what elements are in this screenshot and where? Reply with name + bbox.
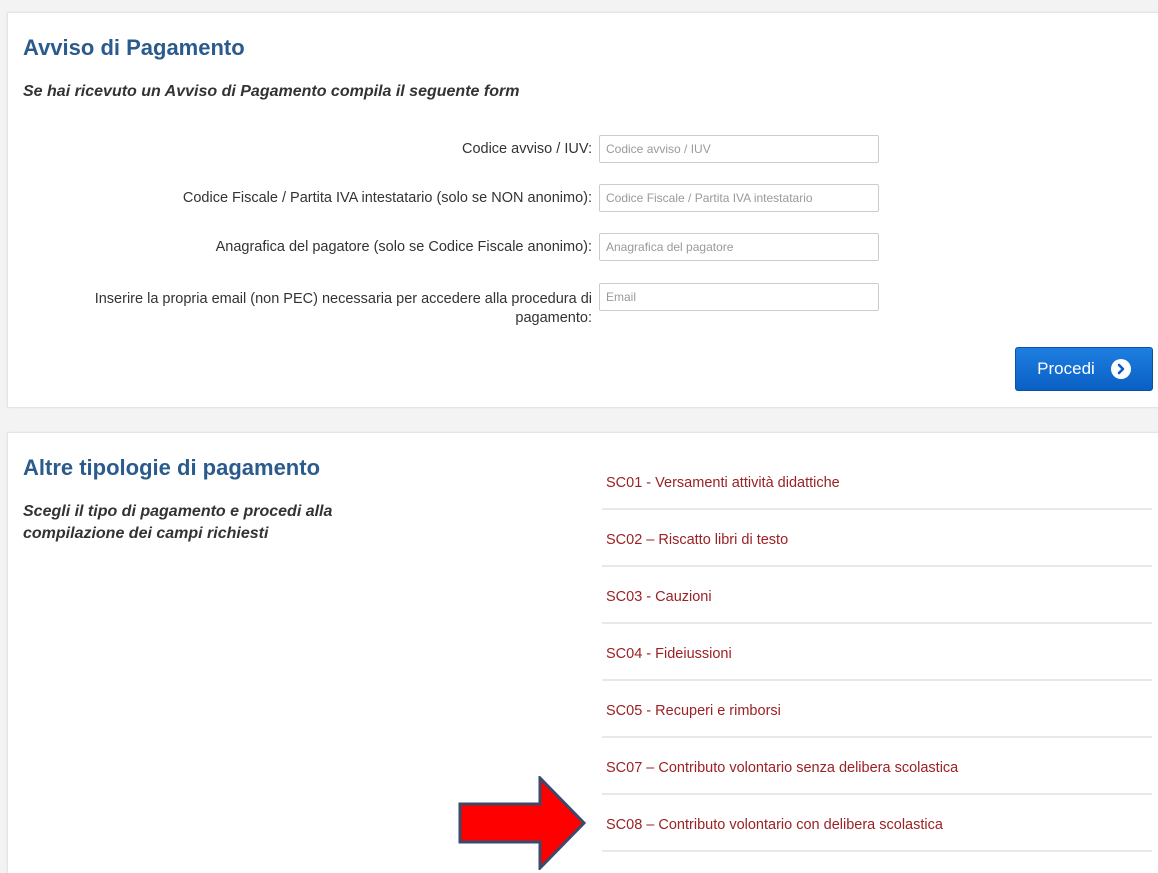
payment-link-sc02[interactable]: SC02 – Riscatto libri di testo	[602, 510, 1152, 567]
altre-subtitle: Scegli il tipo di pagamento e procedi al…	[23, 501, 332, 545]
payment-type-list: SC01 - Versamenti attività didattiche SC…	[602, 453, 1152, 852]
email-label-line1: Inserire la propria email (non PEC) nece…	[94, 291, 592, 307]
anagrafica-label: Anagrafica del pagatore (solo se Codice …	[215, 239, 592, 255]
payment-link-sc04[interactable]: SC04 - Fideiussioni	[602, 624, 1152, 681]
chevron-circle-right-icon	[1110, 359, 1131, 379]
avviso-title: Avviso di Pagamento	[23, 35, 245, 60]
iuv-input[interactable]	[599, 135, 879, 163]
anagrafica-input[interactable]	[599, 233, 879, 261]
altre-subtitle-line2: compilazione dei campi richiesti	[23, 525, 269, 542]
codice-fiscale-label: Codice Fiscale / Partita IVA intestatari…	[182, 190, 592, 206]
avviso-panel: Avviso di Pagamento Se hai ricevuto un A…	[7, 12, 1158, 408]
iuv-label: Codice avviso / IUV:	[461, 141, 592, 157]
email-input[interactable]	[599, 283, 879, 311]
procedi-button-label: Procedi	[1037, 359, 1095, 378]
email-label: Inserire la propria email (non PEC) nece…	[95, 290, 592, 328]
payment-link-sc01[interactable]: SC01 - Versamenti attività didattiche	[602, 453, 1152, 510]
procedi-button[interactable]: Procedi	[1015, 347, 1153, 391]
payment-link-sc07[interactable]: SC07 – Contributo volontario senza delib…	[602, 738, 1152, 795]
altre-title: Altre tipologie di pagamento	[23, 455, 321, 480]
email-label-line2: pagamento:	[515, 310, 592, 326]
avviso-subtitle: Se hai ricevuto un Avviso di Pagamento c…	[23, 83, 520, 100]
payment-link-sc05[interactable]: SC05 - Recuperi e rimborsi	[602, 681, 1152, 738]
red-arrow-icon	[458, 776, 587, 870]
codice-fiscale-input[interactable]	[599, 184, 879, 212]
payment-link-sc03[interactable]: SC03 - Cauzioni	[602, 567, 1152, 624]
payment-link-sc08[interactable]: SC08 – Contributo volontario con deliber…	[602, 795, 1152, 852]
altre-subtitle-line1: Scegli il tipo di pagamento e procedi al…	[23, 503, 333, 520]
